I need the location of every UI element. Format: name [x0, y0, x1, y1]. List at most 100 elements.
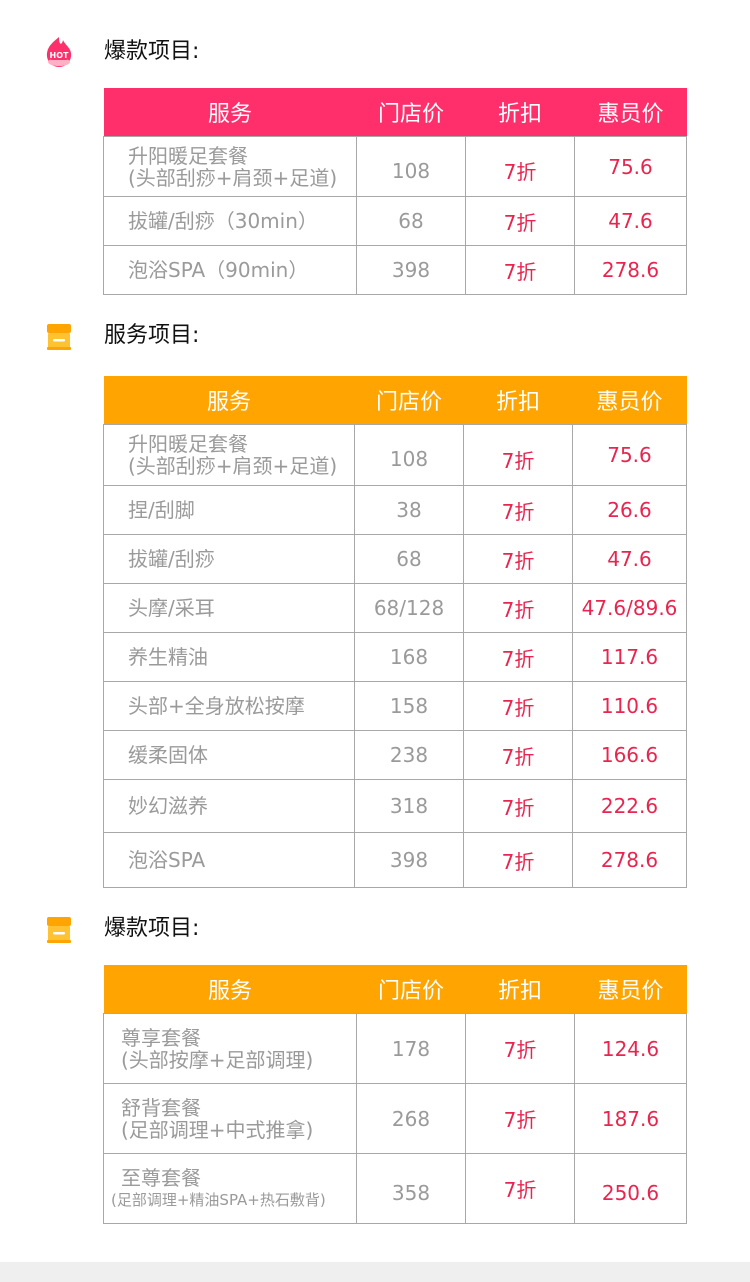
- table-row: 拔罐/刮痧 68 7折 47.6: [103, 534, 687, 584]
- table-row: 舒背套餐 (足部调理+中式推拿) 268 7折 187.6: [103, 1083, 687, 1154]
- member-price-cell: 26.6: [572, 485, 687, 535]
- table-row: 升阳暖足套餐 (头部刮痧+肩颈+足道) 108 7折 75.6: [103, 424, 687, 486]
- store-price-cell: 398: [354, 832, 464, 888]
- service-name: 缓柔固体: [128, 743, 208, 767]
- store-price-cell: 68/128: [354, 583, 464, 633]
- header-member-price: 惠员价: [574, 88, 687, 137]
- service-name: 捏/刮脚: [128, 498, 195, 522]
- header-discount: 折扣: [463, 376, 573, 425]
- section-title: 服务项目:: [104, 323, 200, 348]
- svg-text:HOT: HOT: [50, 51, 69, 60]
- service-detail: (头部刮痧+肩颈+足道): [128, 454, 338, 478]
- discount-cell: 7折: [465, 1083, 575, 1154]
- service-cell: 缓柔固体: [103, 730, 355, 780]
- price-table-hot-2: 服务 门店价 折扣 惠员价 尊享套餐 (头部按摩+足部调理) 178 7折 12…: [103, 965, 687, 1224]
- member-price-cell: 278.6: [572, 832, 687, 888]
- service-cell: 泡浴SPA: [103, 832, 355, 888]
- table-row: 泡浴SPA（90min） 398 7折 278.6: [103, 245, 687, 295]
- service-name: 至尊套餐: [121, 1165, 201, 1190]
- discount-cell: 7折: [465, 1153, 575, 1224]
- service-detail: (足部调理+中式推拿): [121, 1117, 314, 1142]
- store-price-cell: 108: [356, 136, 466, 197]
- store-price-cell: 268: [356, 1083, 466, 1154]
- section-header-hot-2: 爆款项目:: [0, 909, 750, 949]
- discount-cell: 7折: [463, 583, 573, 633]
- table-row: 拔罐/刮痧（30min） 68 7折 47.6: [103, 196, 687, 246]
- store-price-cell: 68: [356, 196, 466, 246]
- service-name: 妙幻滋养: [128, 794, 208, 818]
- service-name: 舒背套餐: [121, 1095, 201, 1120]
- service-cell: 尊享套餐 (头部按摩+足部调理): [103, 1013, 357, 1084]
- service-name: 拔罐/刮痧（30min）: [128, 209, 318, 233]
- hot-flame-icon: HOT: [46, 37, 72, 67]
- member-price-cell: 47.6: [574, 196, 687, 246]
- service-name: 拔罐/刮痧: [128, 547, 215, 571]
- section-header-services: 服务项目:: [0, 316, 750, 356]
- member-price-cell: 278.6: [574, 245, 687, 295]
- store-price-cell: 238: [354, 730, 464, 780]
- discount-cell: 7折: [463, 779, 573, 833]
- store-price-cell: 398: [356, 245, 466, 295]
- service-detail: (足部调理+精油SPA+热石敷背): [111, 1190, 326, 1209]
- header-store-price: 门店价: [354, 376, 464, 425]
- header-service: 服务: [103, 965, 357, 1014]
- discount-cell: 7折: [465, 1013, 575, 1084]
- store-price-cell: 108: [354, 424, 464, 486]
- price-table-hot: 服务 门店价 折扣 惠员价 升阳暖足套餐 (头部刮痧+肩颈+足道) 108 7折…: [103, 88, 687, 295]
- member-price-cell: 47.6/89.6: [572, 583, 687, 633]
- service-cell: 升阳暖足套餐 (头部刮痧+肩颈+足道): [103, 424, 355, 486]
- member-price-cell: 47.6: [572, 534, 687, 584]
- section-title: 爆款项目:: [104, 39, 200, 64]
- table-row: 至尊套餐 (足部调理+精油SPA+热石敷背) 358 7折 250.6: [103, 1153, 687, 1224]
- table-row: 捏/刮脚 38 7折 26.6: [103, 485, 687, 535]
- discount-cell: 7折: [463, 534, 573, 584]
- store-price-cell: 158: [354, 681, 464, 731]
- table-header-row: 服务 门店价 折扣 惠员价: [103, 376, 687, 425]
- service-cell: 拔罐/刮痧（30min）: [103, 196, 357, 246]
- service-name: 泡浴SPA: [128, 848, 206, 872]
- member-price-cell: 75.6: [572, 424, 687, 486]
- store-icon: [47, 324, 71, 350]
- service-cell: 至尊套餐 (足部调理+精油SPA+热石敷背): [103, 1153, 357, 1224]
- member-price-cell: 222.6: [572, 779, 687, 833]
- table-header-row: 服务 门店价 折扣 惠员价: [103, 965, 687, 1014]
- table-row: 尊享套餐 (头部按摩+足部调理) 178 7折 124.6: [103, 1013, 687, 1084]
- table-row: 养生精油 168 7折 117.6: [103, 632, 687, 682]
- store-icon: [47, 917, 71, 943]
- discount-cell: 7折: [465, 245, 575, 295]
- service-name: 头摩/采耳: [128, 596, 215, 620]
- member-price-cell: 117.6: [572, 632, 687, 682]
- table-row: 妙幻滋养 318 7折 222.6: [103, 779, 687, 833]
- header-service: 服务: [103, 376, 355, 425]
- discount-cell: 7折: [463, 832, 573, 888]
- table-row: 升阳暖足套餐 (头部刮痧+肩颈+足道) 108 7折 75.6: [103, 136, 687, 197]
- service-name: 头部+全身放松按摩: [128, 694, 305, 718]
- service-name: 泡浴SPA（90min）: [128, 258, 309, 282]
- discount-cell: 7折: [465, 136, 575, 197]
- store-price-cell: 38: [354, 485, 464, 535]
- table-row: 泡浴SPA 398 7折 278.6: [103, 832, 687, 888]
- member-price-cell: 187.6: [574, 1083, 687, 1154]
- header-discount: 折扣: [465, 88, 575, 137]
- header-store-price: 门店价: [356, 965, 466, 1014]
- discount-cell: 7折: [463, 485, 573, 535]
- table-row: 缓柔固体 238 7折 166.6: [103, 730, 687, 780]
- table-row: 头摩/采耳 68/128 7折 47.6/89.6: [103, 583, 687, 633]
- service-name: 升阳暖足套餐: [128, 143, 248, 168]
- service-cell: 拔罐/刮痧: [103, 534, 355, 584]
- header-member-price: 惠员价: [574, 965, 687, 1014]
- header-service: 服务: [103, 88, 357, 137]
- service-cell: 舒背套餐 (足部调理+中式推拿): [103, 1083, 357, 1154]
- service-name: 尊享套餐: [121, 1025, 201, 1050]
- member-price-cell: 110.6: [572, 681, 687, 731]
- price-table-services: 服务 门店价 折扣 惠员价 升阳暖足套餐 (头部刮痧+肩颈+足道) 108 7折…: [103, 376, 687, 888]
- service-cell: 妙幻滋养: [103, 779, 355, 833]
- service-detail: (头部刮痧+肩颈+足道): [128, 165, 338, 190]
- member-price-cell: 250.6: [574, 1153, 687, 1224]
- service-cell: 泡浴SPA（90min）: [103, 245, 357, 295]
- service-cell: 头部+全身放松按摩: [103, 681, 355, 731]
- header-store-price: 门店价: [356, 88, 466, 137]
- discount-cell: 7折: [463, 681, 573, 731]
- store-price-cell: 318: [354, 779, 464, 833]
- discount-cell: 7折: [463, 424, 573, 486]
